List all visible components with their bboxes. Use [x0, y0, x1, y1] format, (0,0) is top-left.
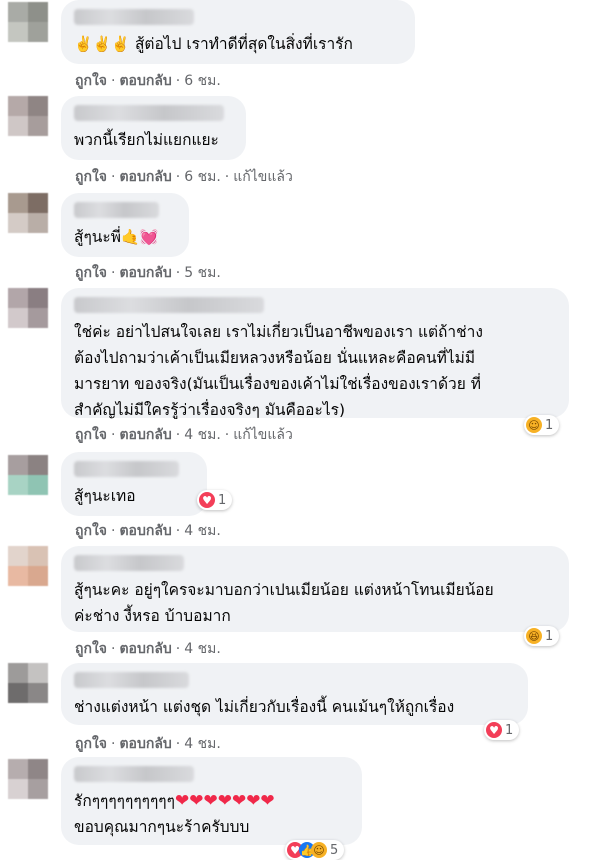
timestamp[interactable]: 4 ชม.	[184, 641, 221, 657]
edited-label[interactable]: แก้ไขแล้ว	[233, 427, 293, 443]
reaction-count: 1	[545, 417, 554, 433]
reaction-summary[interactable]: ♥ 1	[197, 490, 233, 510]
reply-link[interactable]: ตอบกลับ	[119, 427, 171, 443]
reaction-summary[interactable]: 😆 1	[524, 626, 560, 646]
reaction-count: 1	[545, 628, 554, 644]
like-link[interactable]: ถูกใจ	[75, 427, 107, 443]
reaction-count: 5	[330, 842, 339, 858]
author-name[interactable]	[74, 202, 159, 218]
reaction-summary[interactable]: ♥ 👍 ☺ 5	[285, 840, 345, 860]
comment-actions: ถูกใจ · ตอบกลับ · 4 ชม. · แก้ไขแล้ว	[75, 427, 293, 443]
comment-text: ✌️✌️✌️ สู้ต่อไป เราทำดีที่สุดในสิ่งที่เร…	[74, 35, 353, 53]
comment-text: สู้ๆนะเทอ	[74, 487, 136, 505]
reply-link[interactable]: ตอบกลับ	[119, 73, 171, 89]
like-link[interactable]: ถูกใจ	[75, 169, 107, 185]
author-name[interactable]	[74, 672, 189, 688]
call-me-emoji: 🤙💓	[120, 228, 159, 246]
comment-text: ช่างแต่งหน้า แต่งชุด ไม่เกี่ยวกับเรื่องน…	[74, 698, 455, 716]
comment-bubble: รักๆๆๆๆๆๆๆๆๆๆ❤❤❤❤❤❤❤ ขอบคุณมากๆนะร้าครับ…	[61, 757, 362, 845]
comment-text: ใช่ค่ะ อย่าไปสนใจเลย เราไม่เกี่ยวเป็นอาช…	[74, 323, 483, 419]
timestamp[interactable]: 4 ชม.	[184, 427, 221, 443]
like-link[interactable]: ถูกใจ	[75, 523, 107, 539]
avatar[interactable]	[8, 759, 48, 799]
comment-text: สู้ๆนะคะ อยู่ๆใครจะมาบอกว่าเปนเมียน้อย แ…	[74, 581, 494, 625]
author-name[interactable]	[74, 297, 264, 313]
reaction-count: 1	[505, 722, 514, 738]
haha-icon: 😆	[526, 628, 542, 644]
reply-link[interactable]: ตอบกลับ	[119, 641, 171, 657]
reply-link[interactable]: ตอบกลับ	[119, 169, 171, 185]
author-name[interactable]	[74, 766, 194, 782]
timestamp[interactable]: 4 ชม.	[184, 523, 221, 539]
victory-emoji: ✌️✌️✌️	[74, 35, 131, 53]
avatar[interactable]	[8, 193, 48, 233]
avatar[interactable]	[8, 96, 48, 136]
comment-actions: ถูกใจ · ตอบกลับ · 5 ชม.	[75, 265, 221, 281]
comment-actions: ถูกใจ · ตอบกลับ · 6 ชม. · แก้ไขแล้ว	[75, 169, 293, 185]
reply-link[interactable]: ตอบกลับ	[119, 736, 171, 752]
heart-icon: ♥	[486, 722, 502, 738]
like-link[interactable]: ถูกใจ	[75, 73, 107, 89]
avatar[interactable]	[8, 455, 48, 495]
comment-bubble: สู้ๆนะพี่🤙💓	[61, 193, 189, 257]
comment-text: พวกนี้เรียกไม่แยกแยะ	[74, 131, 219, 149]
author-name[interactable]	[74, 9, 194, 25]
like-link[interactable]: ถูกใจ	[75, 265, 107, 281]
comment-bubble: พวกนี้เรียกไม่แยกแยะ	[61, 96, 246, 160]
red-hearts-emoji: ❤❤❤❤❤❤❤	[174, 791, 275, 811]
avatar[interactable]	[8, 546, 48, 586]
comment-actions: ถูกใจ · ตอบกลับ · 6 ชม.	[75, 73, 221, 89]
heart-icon: ♥	[199, 492, 215, 508]
comment-bubble: ✌️✌️✌️ สู้ต่อไป เราทำดีที่สุดในสิ่งที่เร…	[61, 0, 415, 64]
comment-actions: ถูกใจ · ตอบกลับ · 4 ชม.	[75, 523, 221, 539]
like-link[interactable]: ถูกใจ	[75, 736, 107, 752]
author-name[interactable]	[74, 105, 224, 121]
care-icon: ☺	[311, 842, 327, 858]
avatar[interactable]	[8, 2, 48, 42]
author-name[interactable]	[74, 555, 184, 571]
comment-bubble: ช่างแต่งหน้า แต่งชุด ไม่เกี่ยวกับเรื่องน…	[61, 663, 528, 725]
comment-bubble: ใช่ค่ะ อย่าไปสนใจเลย เราไม่เกี่ยวเป็นอาช…	[61, 288, 569, 419]
comment-actions: ถูกใจ · ตอบกลับ · 4 ชม.	[75, 736, 221, 752]
comment-text: สู้ๆนะพี่🤙💓	[74, 228, 159, 246]
comment-bubble: สู้ๆนะเทอ	[61, 452, 207, 516]
reaction-count: 1	[218, 492, 227, 508]
avatar[interactable]	[8, 663, 48, 703]
comment-bubble: สู้ๆนะคะ อยู่ๆใครจะมาบอกว่าเปนเมียน้อย แ…	[61, 546, 569, 632]
timestamp[interactable]: 4 ชม.	[184, 736, 221, 752]
timestamp[interactable]: 6 ชม.	[184, 169, 221, 185]
comment-text: รักๆๆๆๆๆๆๆๆๆๆ❤❤❤❤❤❤❤ ขอบคุณมากๆนะร้าครับ…	[74, 791, 275, 836]
reaction-summary[interactable]: ☺ 1	[524, 415, 560, 435]
avatar[interactable]	[8, 288, 48, 328]
timestamp[interactable]: 5 ชม.	[184, 265, 221, 281]
reply-link[interactable]: ตอบกลับ	[119, 523, 171, 539]
reply-link[interactable]: ตอบกลับ	[119, 265, 171, 281]
comment-actions: ถูกใจ · ตอบกลับ · 4 ชม.	[75, 641, 221, 657]
timestamp[interactable]: 6 ชม.	[184, 73, 221, 89]
edited-label[interactable]: แก้ไขแล้ว	[233, 169, 293, 185]
care-icon: ☺	[526, 417, 542, 433]
like-link[interactable]: ถูกใจ	[75, 641, 107, 657]
reaction-summary[interactable]: ♥ 1	[484, 720, 520, 740]
author-name[interactable]	[74, 461, 179, 477]
